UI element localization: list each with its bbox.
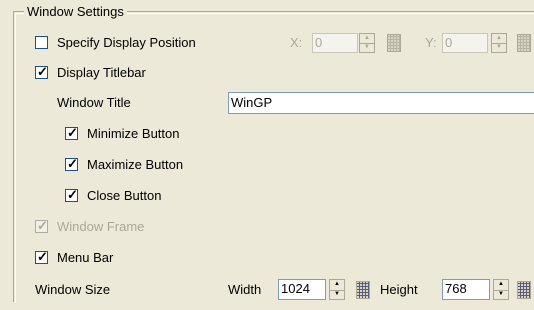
width-label: Width bbox=[228, 282, 262, 297]
menu-bar-label: Menu Bar bbox=[57, 250, 114, 265]
spin-down-icon[interactable]: ▼ bbox=[330, 290, 344, 300]
y-spinner[interactable]: ▲ ▼ bbox=[491, 33, 507, 53]
maximize-button-label: Maximize Button bbox=[87, 157, 184, 172]
height-input[interactable]: 768 bbox=[442, 279, 490, 300]
width-keypad-icon[interactable] bbox=[356, 281, 370, 299]
height-label: Height bbox=[380, 282, 418, 297]
check-icon: ✓ bbox=[37, 64, 48, 79]
x-label: X: bbox=[290, 35, 303, 50]
maximize-button-checkbox[interactable]: ✓ bbox=[65, 156, 78, 171]
check-icon: ✓ bbox=[67, 156, 78, 171]
display-titlebar-label: Display Titlebar bbox=[57, 65, 146, 80]
window-title-input[interactable]: WinGP bbox=[228, 92, 534, 114]
check-icon: ✓ bbox=[67, 125, 78, 140]
width-input[interactable]: 1024 bbox=[278, 279, 326, 300]
specify-position-checkbox[interactable] bbox=[35, 36, 48, 49]
window-frame-label: Window Frame bbox=[57, 219, 145, 234]
window-title-label: Window Title bbox=[57, 95, 131, 110]
width-spinner[interactable]: ▲ ▼ bbox=[329, 279, 345, 300]
height-spinner[interactable]: ▲ ▼ bbox=[493, 279, 509, 300]
x-keypad-icon[interactable] bbox=[387, 34, 401, 52]
close-button-label: Close Button bbox=[87, 188, 162, 203]
y-label: Y: bbox=[425, 35, 437, 50]
spin-down-icon[interactable]: ▼ bbox=[494, 290, 508, 300]
height-keypad-icon[interactable] bbox=[517, 281, 531, 299]
window-size-label: Window Size bbox=[35, 282, 111, 297]
close-button-checkbox[interactable]: ✓ bbox=[65, 187, 78, 202]
specify-position-label: Specify Display Position bbox=[57, 35, 196, 50]
y-keypad-icon[interactable] bbox=[517, 34, 531, 52]
check-icon: ✓ bbox=[37, 249, 48, 264]
minimize-button-checkbox[interactable]: ✓ bbox=[65, 125, 78, 140]
spin-down-icon[interactable]: ▼ bbox=[492, 43, 506, 52]
check-icon: ✓ bbox=[67, 187, 78, 202]
window-frame-checkbox: ✓ bbox=[35, 218, 48, 233]
x-spinner[interactable]: ▲ ▼ bbox=[359, 33, 375, 53]
minimize-button-label: Minimize Button bbox=[87, 126, 180, 141]
menu-bar-checkbox[interactable]: ✓ bbox=[35, 249, 48, 264]
spin-down-icon[interactable]: ▼ bbox=[360, 43, 374, 52]
group-title: Window Settings bbox=[24, 4, 127, 20]
check-icon: ✓ bbox=[37, 218, 48, 233]
x-input[interactable]: 0 bbox=[312, 33, 358, 53]
y-input[interactable]: 0 bbox=[442, 33, 488, 53]
display-titlebar-checkbox[interactable]: ✓ bbox=[35, 64, 48, 79]
